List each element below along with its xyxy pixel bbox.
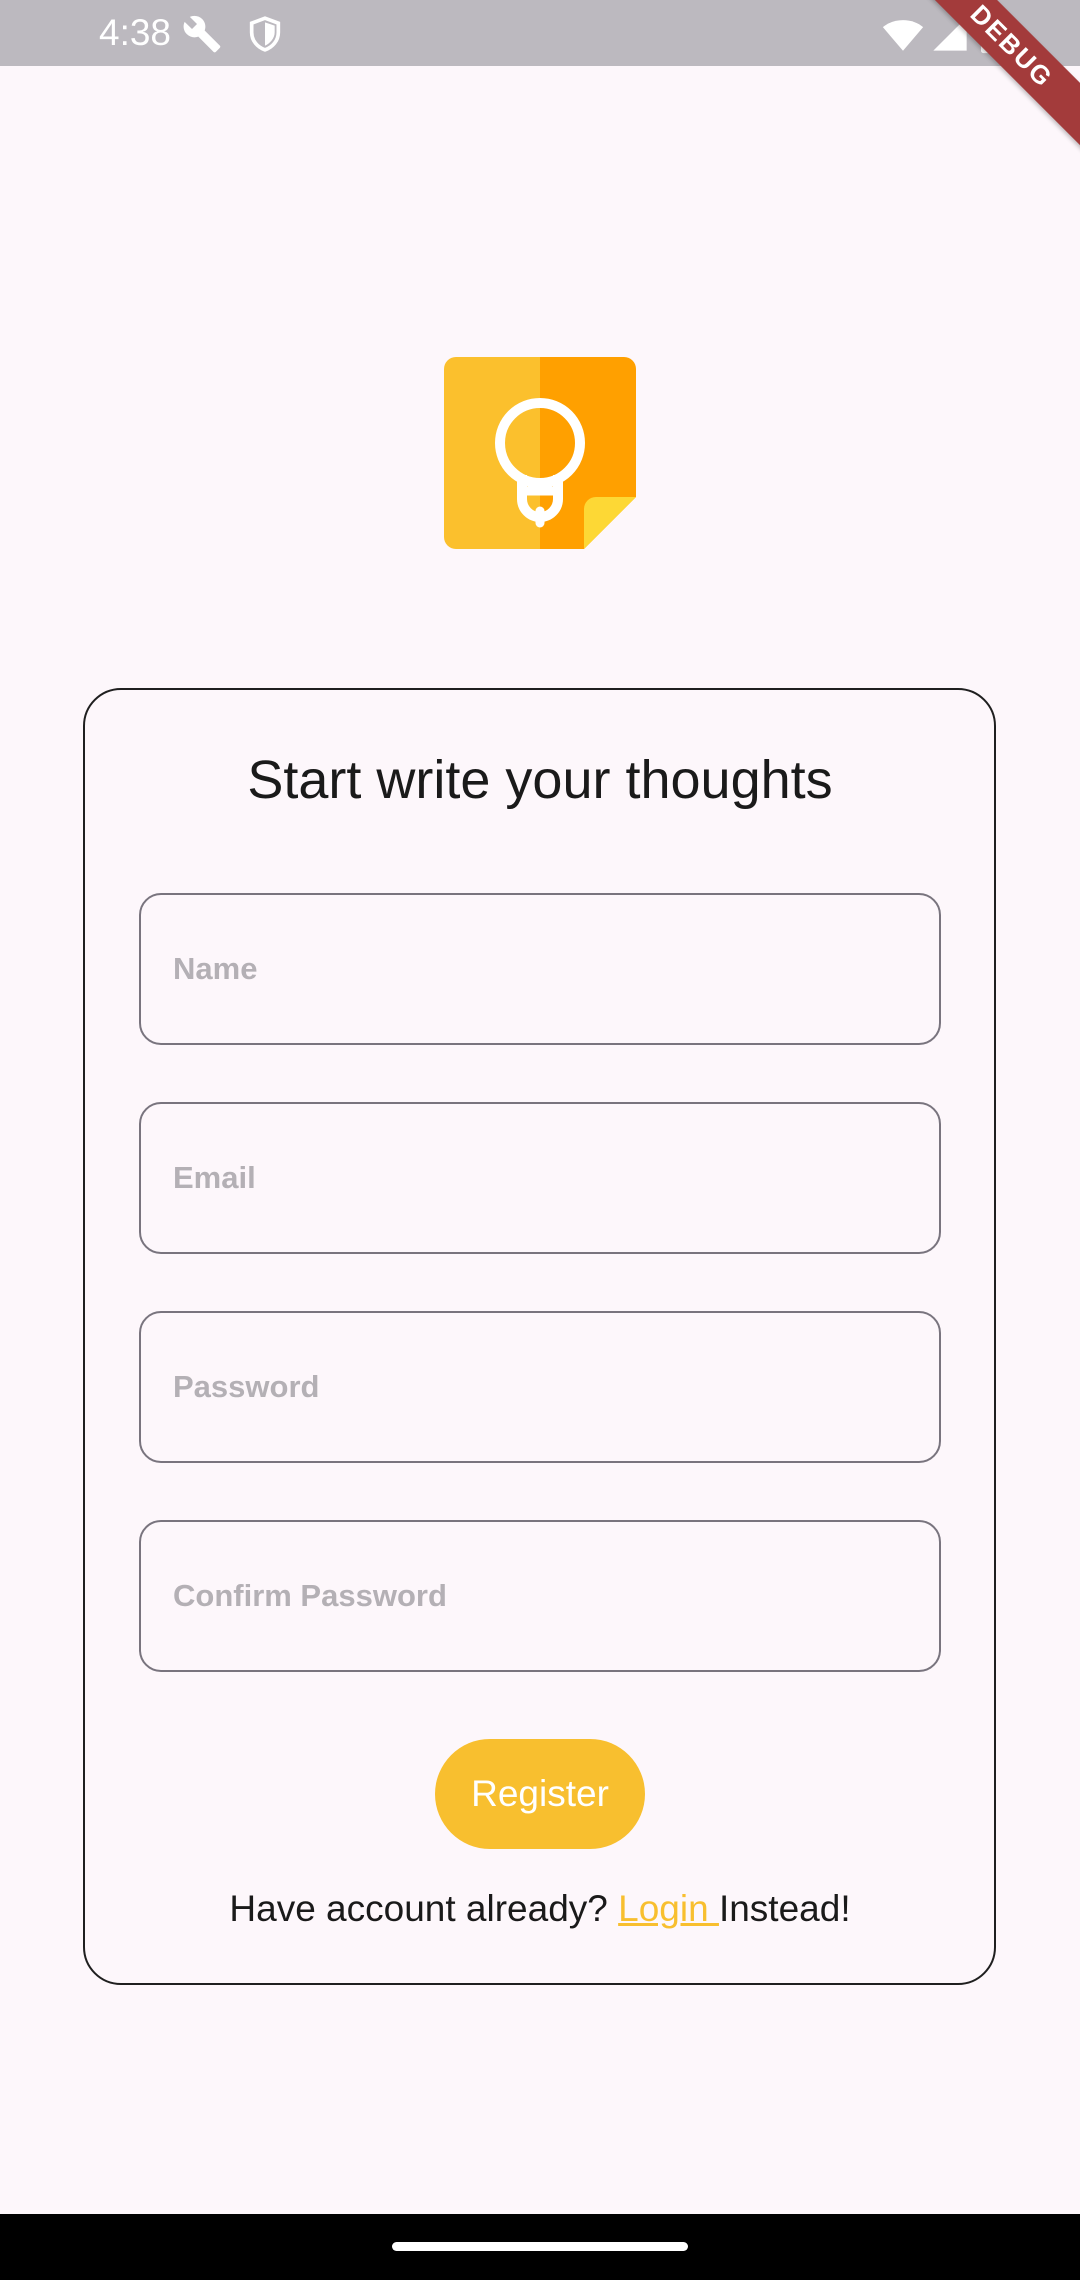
confirm-password-input[interactable] xyxy=(141,1522,939,1670)
password-field[interactable] xyxy=(139,1311,941,1463)
form-title: Start write your thoughts xyxy=(247,750,833,810)
password-input[interactable] xyxy=(141,1313,939,1461)
login-link[interactable]: Login xyxy=(618,1888,719,1929)
login-prompt-suffix: Instead! xyxy=(718,1888,851,1929)
login-prompt: Have account already? Login Instead! xyxy=(0,1884,1080,1934)
email-field[interactable] xyxy=(139,1102,941,1254)
confirm-password-field[interactable] xyxy=(139,1520,941,1672)
register-screen: 4:38 DEBUG Start write your thoughts Nam… xyxy=(0,0,1080,2280)
name-input[interactable] xyxy=(141,895,939,1043)
status-time: 4:38 xyxy=(99,12,172,53)
register-button[interactable]: Register xyxy=(435,1739,645,1849)
wrench-icon xyxy=(183,15,221,53)
email-input[interactable] xyxy=(141,1104,939,1252)
login-prompt-prefix: Have account already? xyxy=(229,1888,619,1929)
status-bar: 4:38 DEBUG xyxy=(0,0,1080,154)
lightbulb-note-icon xyxy=(444,357,636,549)
name-field[interactable] xyxy=(139,893,941,1045)
shield-icon xyxy=(249,16,281,52)
home-gesture-handle[interactable] xyxy=(392,2242,688,2251)
wifi-icon xyxy=(882,20,924,51)
